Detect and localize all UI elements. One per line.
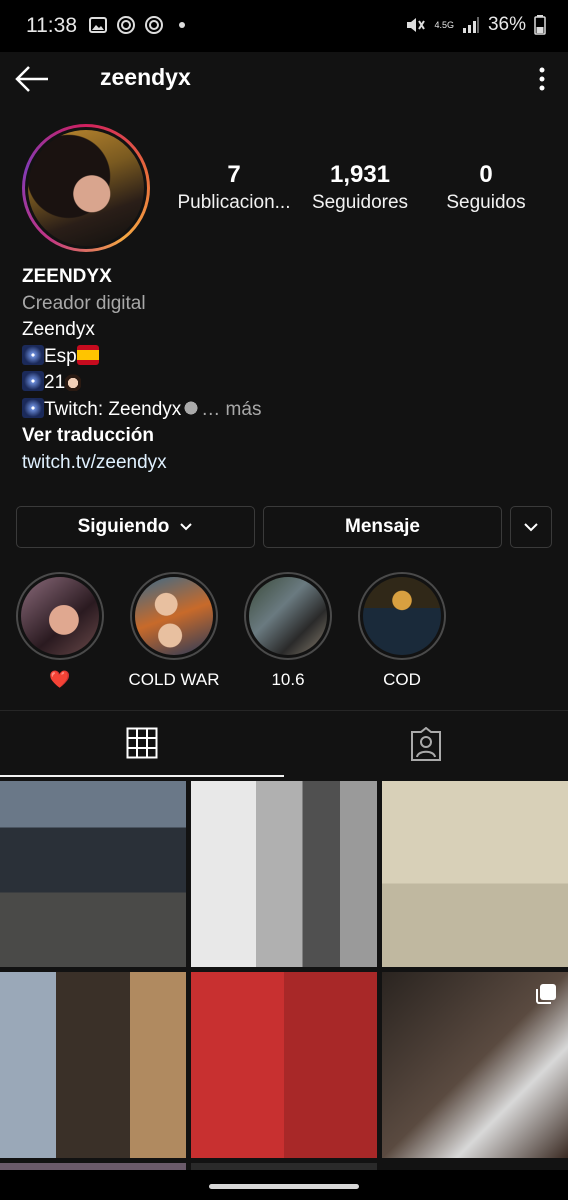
display-name: ZEENDYX [22,266,112,287]
posts-label: Publicacion... [177,192,291,213]
battery-icon [534,15,546,35]
highlight-label: ❤️ [49,670,71,689]
network-type: 4.5G [434,19,454,30]
highlight-cover [135,577,213,655]
system-navigation-bar [0,1170,568,1200]
chevron-down-icon [180,523,193,531]
posts-count: 7 [227,161,241,188]
bio-line-age: 21 [22,370,542,397]
post-thumbnail[interactable] [382,972,568,1158]
suggested-accounts-button[interactable] [510,506,552,548]
tagged-user-icon [411,727,441,761]
following-button[interactable]: Siguiendo [16,506,255,548]
bio-line-twitch: Twitch: Zeendyx … más [22,397,542,424]
sparkler-emoji-icon [22,344,44,365]
post-thumbnail[interactable] [382,781,568,967]
following-count: 0 [479,161,493,188]
signal-icon [462,17,479,33]
stat-posts[interactable]: 7 Publicacion... [172,160,296,216]
girl-emoji-icon [65,371,82,391]
message-button[interactable]: Mensaje [263,506,502,548]
back-arrow-icon[interactable] [14,64,50,94]
chevron-down-icon [524,523,538,532]
avatar [28,130,144,246]
battery-percent: 36% [487,14,526,35]
tab-posts-grid[interactable] [0,711,284,777]
highlight-cover [21,577,99,655]
grid-icon [126,727,158,759]
message-button-label: Mensaje [345,516,420,537]
status-bar: 11:38 4.5G 36% [0,0,568,52]
app-notification-icon [117,16,135,34]
highlight-label: COLD WAR [128,670,220,689]
status-time: 11:38 [26,14,77,37]
highlight-cover [249,577,327,655]
top-app-bar: zeendyx [0,52,568,106]
bio-website-link[interactable]: twitch.tv/zeendyx [22,450,542,477]
category-label: Creador digital [22,292,146,314]
more-options-icon[interactable] [530,62,554,96]
story-highlight[interactable]: 10.6 [242,572,334,690]
followers-label: Seguidores [311,192,409,213]
game-controller-emoji-icon [181,397,202,418]
story-highlight[interactable]: COD [356,572,448,690]
spain-flag-emoji-icon [76,344,99,365]
stat-following[interactable]: 0 Seguidos [438,160,534,216]
image-icon [89,17,107,33]
mute-icon [407,18,426,32]
app-notification-icon [145,16,163,34]
post-thumbnail[interactable] [0,972,186,1158]
profile-username: zeendyx [100,64,191,90]
highlight-label: COD [383,670,421,689]
post-thumbnail[interactable] [191,781,377,967]
profile-bio: ZEENDYX Creador digital Zeendyx Esp 21 T… [22,264,542,476]
stat-followers[interactable]: 1,931 Seguidores [306,160,414,216]
bio-twitch-text: Twitch: Zeendyx [44,398,182,420]
see-translation-link[interactable]: Ver traducción [22,423,542,450]
sparkler-emoji-icon [22,397,44,418]
highlight-label: 10.6 [271,670,305,689]
story-highlight[interactable]: COLD WAR [128,572,220,690]
profile-avatar-story-ring[interactable] [22,124,150,252]
profile-screen: zeendyx 7 Publicacion... 1,931 Seguidore… [0,52,568,1200]
bio-country-text: Esp [44,345,77,367]
bio-age-text: 21 [44,372,66,393]
tab-tagged[interactable] [284,711,568,777]
following-label: Seguidos [446,192,526,213]
dot-icon [179,22,185,28]
bio-line-country: Esp [22,344,542,371]
post-thumbnail[interactable] [0,781,186,967]
profile-tabs [0,710,568,778]
carousel-multiple-icon [536,984,556,1004]
following-button-label: Siguiendo [77,516,170,537]
bio-line-name: Zeendyx [22,319,95,340]
story-highlight[interactable]: ❤️ [14,572,106,690]
sparkler-emoji-icon [22,371,44,391]
bio-more-link[interactable]: … más [201,399,261,420]
highlight-cover [363,577,441,655]
followers-count: 1,931 [329,161,391,188]
home-gesture-handle[interactable] [209,1184,359,1189]
post-thumbnail[interactable] [191,972,377,1158]
